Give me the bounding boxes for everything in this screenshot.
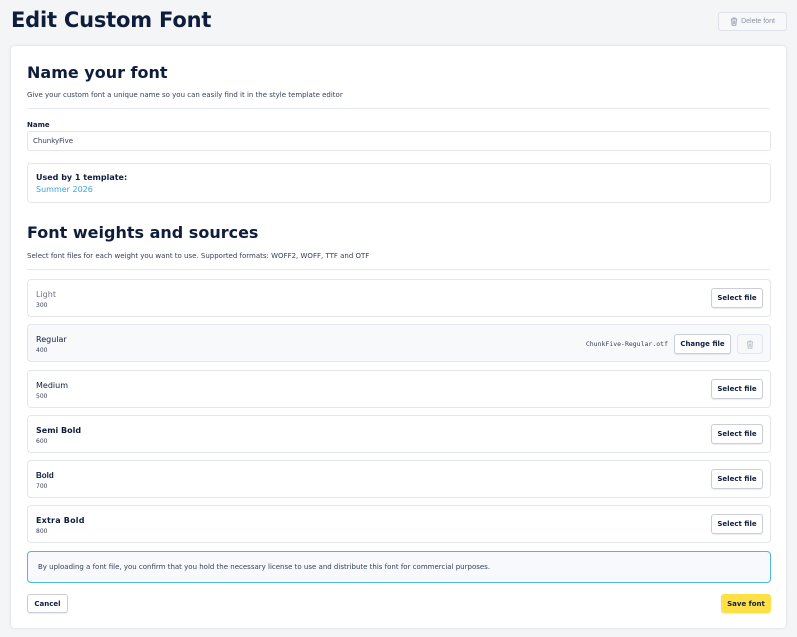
select-file-button[interactable]: Select file [711,469,763,489]
weight-value: 800 [36,528,48,535]
weight-row-extra-bold: Extra Bold 800 Select file [27,505,771,543]
weight-name: Bold [36,471,54,480]
name-field-label: Name [27,121,50,129]
weight-row-light: Light 300 Select file [27,279,771,317]
weight-value: 400 [36,347,48,354]
weights-section-title: Font weights and sources [27,223,259,242]
template-link[interactable]: Summer 2026 [36,185,93,194]
weight-row-medium: Medium 500 Select file [27,370,771,408]
cancel-button[interactable]: Cancel [27,594,68,613]
template-usage-box: Used by 1 template: Summer 2026 [27,163,771,203]
divider [27,108,770,109]
change-file-button[interactable]: Change file [674,334,731,354]
delete-font-label: Delete font [741,18,775,25]
name-section-description: Give your custom font a unique name so y… [27,91,343,99]
delete-font-button[interactable]: Delete font [718,12,787,31]
weight-row-semi-bold: Semi Bold 600 Select file [27,415,771,453]
edit-font-card: Name your font Give your custom font a u… [11,46,786,628]
weight-value: 600 [36,438,48,445]
weight-name: Semi Bold [36,426,82,435]
select-file-button[interactable]: Select file [711,514,763,534]
usage-title: Used by 1 template: [36,173,128,182]
uploaded-file-name: ChunkFive-Regular.otf [585,340,668,348]
name-section-title: Name your font [27,63,168,82]
weight-row-bold: Bold 700 Select file [27,460,771,498]
trash-icon [747,340,753,349]
weight-name: Regular [36,335,67,344]
remove-file-button[interactable] [737,334,763,354]
weight-value: 500 [36,393,48,400]
weight-row-regular: Regular 400 ChunkFive-Regular.otf Change… [27,324,771,362]
weight-name: Medium [36,381,68,390]
page-title: Edit Custom Font [11,8,212,32]
select-file-button[interactable]: Select file [711,424,763,444]
weight-name: Light [36,290,56,299]
select-file-button[interactable]: Select file [711,288,763,308]
weight-value: 700 [36,483,48,490]
license-notice: By uploading a font file, you confirm th… [27,551,771,583]
weight-name: Extra Bold [36,516,85,525]
select-file-button[interactable]: Select file [711,379,763,399]
trash-icon [731,17,738,26]
weights-section-description: Select font files for each weight you wa… [27,252,370,260]
divider [27,269,770,270]
save-font-button[interactable]: Save font [721,594,771,613]
font-name-input[interactable] [27,131,771,151]
weight-value: 300 [36,302,48,309]
